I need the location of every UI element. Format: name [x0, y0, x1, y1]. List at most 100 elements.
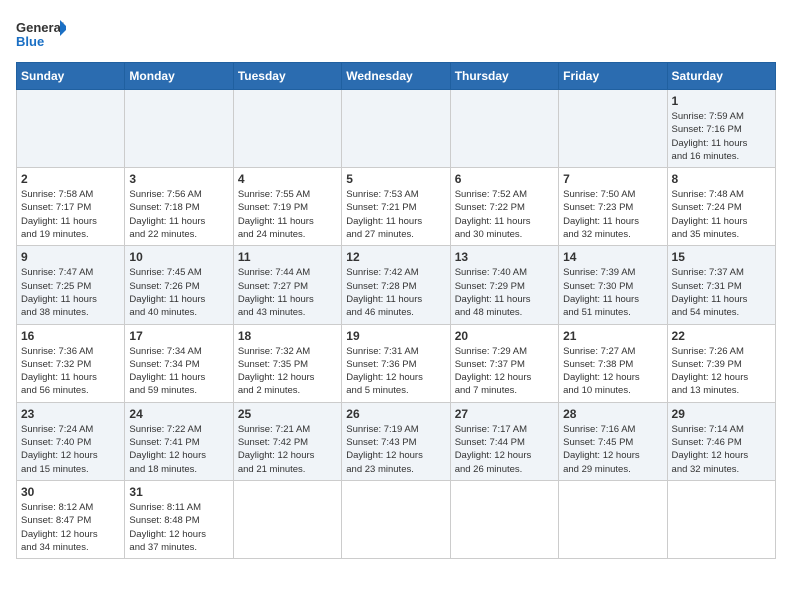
- day-number: 10: [129, 250, 228, 264]
- day-number: 26: [346, 407, 445, 421]
- day-number: 30: [21, 485, 120, 499]
- calendar-cell-23: 23Sunrise: 7:24 AM Sunset: 7:40 PM Dayli…: [17, 402, 125, 480]
- weekday-header-sunday: Sunday: [17, 63, 125, 90]
- page-header: General Blue: [16, 16, 776, 54]
- calendar-cell-7: 7Sunrise: 7:50 AM Sunset: 7:23 PM Daylig…: [559, 168, 667, 246]
- calendar-cell-29: 29Sunrise: 7:14 AM Sunset: 7:46 PM Dayli…: [667, 402, 775, 480]
- day-info: Sunrise: 7:34 AM Sunset: 7:34 PM Dayligh…: [129, 345, 228, 398]
- day-info: Sunrise: 7:39 AM Sunset: 7:30 PM Dayligh…: [563, 266, 662, 319]
- calendar-week-2: 2 Sunrise: 7:58 AM Sunset: 7:17 PM Daylig…: [17, 168, 776, 246]
- weekday-header-friday: Friday: [559, 63, 667, 90]
- day-number: 13: [455, 250, 554, 264]
- day-number: 9: [21, 250, 120, 264]
- day-info: Sunrise: 7:50 AM Sunset: 7:23 PM Dayligh…: [563, 188, 662, 241]
- day-info: Sunrise: 7:52 AM Sunset: 7:22 PM Dayligh…: [455, 188, 554, 241]
- calendar-week-5: 23Sunrise: 7:24 AM Sunset: 7:40 PM Dayli…: [17, 402, 776, 480]
- day-number: 4: [238, 172, 337, 186]
- day-info: Sunrise: 7:59 AM Sunset: 7:16 PM Dayligh…: [672, 110, 771, 163]
- weekday-header-saturday: Saturday: [667, 63, 775, 90]
- day-info: Sunrise: 7:37 AM Sunset: 7:31 PM Dayligh…: [672, 266, 771, 319]
- calendar-week-6: 30 Sunrise: 8:12 AM Sunset: 8:47 PM Dayli…: [17, 480, 776, 558]
- calendar-cell-20: 20Sunrise: 7:29 AM Sunset: 7:37 PM Dayli…: [450, 324, 558, 402]
- weekday-header-monday: Monday: [125, 63, 233, 90]
- day-number: 17: [129, 329, 228, 343]
- calendar-cell-empty: [233, 90, 341, 168]
- day-number: 31: [129, 485, 228, 499]
- day-info: Sunrise: 7:21 AM Sunset: 7:42 PM Dayligh…: [238, 423, 337, 476]
- day-info: Sunrise: 8:12 AM Sunset: 8:47 PM Dayligh…: [21, 501, 120, 554]
- day-info: Sunrise: 7:29 AM Sunset: 7:37 PM Dayligh…: [455, 345, 554, 398]
- day-number: 19: [346, 329, 445, 343]
- day-number: 11: [238, 250, 337, 264]
- day-number: 8: [672, 172, 771, 186]
- calendar-cell-11: 11 Sunrise: 7:44 AM Sunset: 7:27 PM Dayli…: [233, 246, 341, 324]
- day-number: 15: [672, 250, 771, 264]
- calendar-cell-3: 3 Sunrise: 7:56 AM Sunset: 7:18 PM Daylig…: [125, 168, 233, 246]
- day-info: Sunrise: 7:27 AM Sunset: 7:38 PM Dayligh…: [563, 345, 662, 398]
- day-info: Sunrise: 7:44 AM Sunset: 7:27 PM Dayligh…: [238, 266, 337, 319]
- calendar-cell-6: 6 Sunrise: 7:52 AM Sunset: 7:22 PM Daylig…: [450, 168, 558, 246]
- calendar-cell-18: 18Sunrise: 7:32 AM Sunset: 7:35 PM Dayli…: [233, 324, 341, 402]
- calendar-cell-25: 25Sunrise: 7:21 AM Sunset: 7:42 PM Dayli…: [233, 402, 341, 480]
- day-number: 16: [21, 329, 120, 343]
- calendar-cell-empty: [342, 480, 450, 558]
- calendar-cell-1: 1Sunrise: 7:59 AM Sunset: 7:16 PM Daylig…: [667, 90, 775, 168]
- calendar-cell-10: 10 Sunrise: 7:45 AM Sunset: 7:26 PM Dayli…: [125, 246, 233, 324]
- calendar-cell-empty: [559, 90, 667, 168]
- calendar-cell-12: 12 Sunrise: 7:42 AM Sunset: 7:28 PM Dayli…: [342, 246, 450, 324]
- day-number: 5: [346, 172, 445, 186]
- calendar-cell-15: 15 Sunrise: 7:37 AM Sunset: 7:31 PM Dayli…: [667, 246, 775, 324]
- day-number: 27: [455, 407, 554, 421]
- day-info: Sunrise: 7:24 AM Sunset: 7:40 PM Dayligh…: [21, 423, 120, 476]
- day-number: 6: [455, 172, 554, 186]
- calendar-cell-4: 4Sunrise: 7:55 AM Sunset: 7:19 PM Daylig…: [233, 168, 341, 246]
- day-number: 14: [563, 250, 662, 264]
- day-info: Sunrise: 7:56 AM Sunset: 7:18 PM Dayligh…: [129, 188, 228, 241]
- day-info: Sunrise: 7:53 AM Sunset: 7:21 PM Dayligh…: [346, 188, 445, 241]
- calendar-cell-empty: [450, 90, 558, 168]
- day-number: 24: [129, 407, 228, 421]
- day-number: 12: [346, 250, 445, 264]
- calendar-cell-empty: [125, 90, 233, 168]
- day-info: Sunrise: 7:16 AM Sunset: 7:45 PM Dayligh…: [563, 423, 662, 476]
- day-number: 29: [672, 407, 771, 421]
- day-info: Sunrise: 7:26 AM Sunset: 7:39 PM Dayligh…: [672, 345, 771, 398]
- calendar-cell-21: 21Sunrise: 7:27 AM Sunset: 7:38 PM Dayli…: [559, 324, 667, 402]
- svg-text:Blue: Blue: [16, 34, 44, 49]
- calendar-cell-empty: [667, 480, 775, 558]
- calendar-cell-empty: [342, 90, 450, 168]
- day-info: Sunrise: 7:42 AM Sunset: 7:28 PM Dayligh…: [346, 266, 445, 319]
- calendar-cell-24: 24 Sunrise: 7:22 AM Sunset: 7:41 PM Dayli…: [125, 402, 233, 480]
- day-number: 3: [129, 172, 228, 186]
- calendar-cell-27: 27 Sunrise: 7:17 AM Sunset: 7:44 PM Dayli…: [450, 402, 558, 480]
- calendar-cell-17: 17 Sunrise: 7:34 AM Sunset: 7:34 PM Dayli…: [125, 324, 233, 402]
- calendar-cell-28: 28Sunrise: 7:16 AM Sunset: 7:45 PM Dayli…: [559, 402, 667, 480]
- day-info: Sunrise: 7:32 AM Sunset: 7:35 PM Dayligh…: [238, 345, 337, 398]
- day-info: Sunrise: 7:17 AM Sunset: 7:44 PM Dayligh…: [455, 423, 554, 476]
- calendar-cell-2: 2 Sunrise: 7:58 AM Sunset: 7:17 PM Daylig…: [17, 168, 125, 246]
- logo: General Blue: [16, 16, 66, 54]
- day-info: Sunrise: 7:48 AM Sunset: 7:24 PM Dayligh…: [672, 188, 771, 241]
- day-info: Sunrise: 7:58 AM Sunset: 7:17 PM Dayligh…: [21, 188, 120, 241]
- day-info: Sunrise: 7:31 AM Sunset: 7:36 PM Dayligh…: [346, 345, 445, 398]
- day-info: Sunrise: 7:36 AM Sunset: 7:32 PM Dayligh…: [21, 345, 120, 398]
- day-info: Sunrise: 7:45 AM Sunset: 7:26 PM Dayligh…: [129, 266, 228, 319]
- calendar-table: SundayMondayTuesdayWednesdayThursdayFrid…: [16, 62, 776, 559]
- day-info: Sunrise: 7:22 AM Sunset: 7:41 PM Dayligh…: [129, 423, 228, 476]
- calendar-cell-16: 16 Sunrise: 7:36 AM Sunset: 7:32 PM Dayli…: [17, 324, 125, 402]
- weekday-header-row: SundayMondayTuesdayWednesdayThursdayFrid…: [17, 63, 776, 90]
- svg-text:General: General: [16, 20, 64, 35]
- calendar-cell-9: 9Sunrise: 7:47 AM Sunset: 7:25 PM Daylig…: [17, 246, 125, 324]
- day-info: Sunrise: 7:40 AM Sunset: 7:29 PM Dayligh…: [455, 266, 554, 319]
- weekday-header-thursday: Thursday: [450, 63, 558, 90]
- calendar-week-3: 9Sunrise: 7:47 AM Sunset: 7:25 PM Daylig…: [17, 246, 776, 324]
- calendar-cell-13: 13 Sunrise: 7:40 AM Sunset: 7:29 PM Dayli…: [450, 246, 558, 324]
- logo-svg: General Blue: [16, 16, 66, 54]
- calendar-cell-empty: [17, 90, 125, 168]
- calendar-cell-22: 22 Sunrise: 7:26 AM Sunset: 7:39 PM Dayli…: [667, 324, 775, 402]
- calendar-cell-empty: [233, 480, 341, 558]
- day-number: 2: [21, 172, 120, 186]
- day-number: 22: [672, 329, 771, 343]
- day-info: Sunrise: 8:11 AM Sunset: 8:48 PM Dayligh…: [129, 501, 228, 554]
- calendar-cell-14: 14 Sunrise: 7:39 AM Sunset: 7:30 PM Dayli…: [559, 246, 667, 324]
